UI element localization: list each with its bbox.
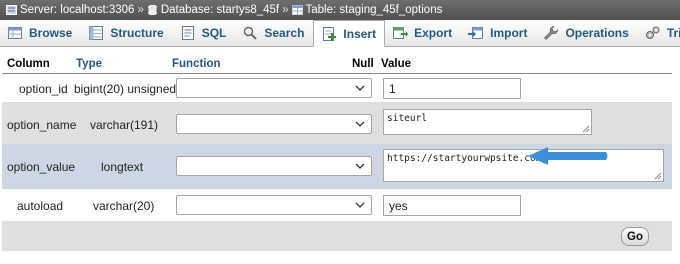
tab-insert-label: Insert bbox=[343, 26, 377, 41]
breadcrumb-separator: » bbox=[282, 4, 289, 16]
tab-insert[interactable]: Insert bbox=[313, 20, 386, 47]
breadcrumb-separator: » bbox=[137, 4, 144, 16]
search-icon bbox=[244, 26, 258, 40]
function-select[interactable] bbox=[176, 195, 372, 215]
column-header-type: Type bbox=[76, 58, 102, 70]
import-icon bbox=[468, 27, 484, 39]
form-footer: Go bbox=[2, 221, 672, 251]
value-textarea-text: https://startyourwpsite.com/ bbox=[387, 153, 548, 164]
server-icon bbox=[6, 5, 17, 15]
row-column-type: longtext bbox=[101, 160, 144, 174]
tab-browse[interactable]: Browse bbox=[0, 20, 81, 46]
value-input[interactable]: 1 bbox=[383, 78, 521, 99]
breadcrumb-server[interactable]: Server: localhost:3306 bbox=[6, 4, 134, 16]
breadcrumb-table-label: Table: staging_45f_options bbox=[305, 4, 443, 16]
structure-icon bbox=[89, 26, 104, 40]
database-icon bbox=[147, 5, 157, 15]
resize-handle-icon[interactable] bbox=[582, 125, 590, 133]
row-column-name: option_id bbox=[19, 82, 68, 96]
tab-search[interactable]: Search bbox=[235, 20, 313, 46]
pointer-arrow-icon bbox=[528, 147, 608, 165]
resize-handle-icon[interactable] bbox=[654, 172, 662, 180]
row-column-type: bigint(20) unsigned bbox=[74, 82, 177, 96]
tab-sql-label: SQL bbox=[201, 26, 227, 40]
chevron-down-icon bbox=[355, 202, 365, 208]
breadcrumb: Server: localhost:3306 » Database: start… bbox=[0, 0, 680, 20]
export-icon bbox=[393, 27, 409, 39]
value-textarea[interactable]: https://startyourwpsite.com/ bbox=[383, 149, 664, 182]
browse-icon bbox=[8, 27, 22, 39]
function-select[interactable] bbox=[176, 114, 372, 134]
chevron-down-icon bbox=[355, 121, 365, 127]
go-button[interactable]: Go bbox=[621, 227, 649, 246]
triggers-icon bbox=[645, 26, 660, 39]
chevron-down-icon bbox=[355, 163, 365, 169]
tab-bar: Browse Structure SQL Search Insert Expor… bbox=[0, 20, 680, 47]
breadcrumb-table[interactable]: Table: staging_45f_options bbox=[291, 4, 443, 16]
row-column-type: varchar(20) bbox=[93, 199, 155, 213]
tab-operations[interactable]: Operations bbox=[536, 20, 637, 46]
row-column-name: option_name bbox=[7, 118, 77, 132]
tab-operations-label: Operations bbox=[565, 26, 629, 40]
tab-browse-label: Browse bbox=[29, 26, 73, 40]
row-column-type: varchar(191) bbox=[90, 118, 159, 132]
breadcrumb-database-label: Database: startys8_45f bbox=[160, 4, 280, 16]
insert-icon bbox=[323, 26, 337, 41]
column-header-column: Column bbox=[7, 58, 50, 70]
tab-export[interactable]: Export bbox=[385, 20, 461, 46]
column-header-function: Function bbox=[172, 58, 221, 70]
value-input[interactable]: yes bbox=[383, 195, 521, 216]
breadcrumb-server-label: Server: localhost:3306 bbox=[20, 4, 135, 16]
tab-search-label: Search bbox=[264, 26, 305, 40]
value-textarea[interactable]: siteurl bbox=[383, 109, 592, 135]
tab-sql[interactable]: SQL bbox=[173, 20, 236, 46]
table-icon bbox=[291, 5, 303, 15]
value-textarea-text: siteurl bbox=[387, 113, 428, 124]
column-header-null: Null bbox=[352, 58, 374, 70]
tab-import[interactable]: Import bbox=[461, 20, 536, 46]
tab-import-label: Import bbox=[490, 26, 528, 40]
function-select[interactable] bbox=[176, 78, 372, 98]
tab-structure[interactable]: Structure bbox=[81, 20, 172, 46]
row-column-name: option_value bbox=[7, 160, 76, 174]
function-select[interactable] bbox=[176, 156, 372, 176]
tab-triggers-label: Triggers bbox=[666, 26, 680, 40]
sql-icon bbox=[181, 26, 194, 40]
tab-structure-label: Structure bbox=[110, 26, 164, 40]
tab-triggers[interactable]: Triggers bbox=[638, 20, 680, 46]
tab-export-label: Export bbox=[414, 26, 453, 40]
breadcrumb-database[interactable]: Database: startys8_45f bbox=[147, 4, 279, 16]
chevron-down-icon bbox=[355, 85, 365, 91]
row-column-name: autoload bbox=[17, 199, 64, 213]
column-header-value: Value bbox=[381, 58, 412, 70]
wrench-icon bbox=[544, 26, 559, 40]
